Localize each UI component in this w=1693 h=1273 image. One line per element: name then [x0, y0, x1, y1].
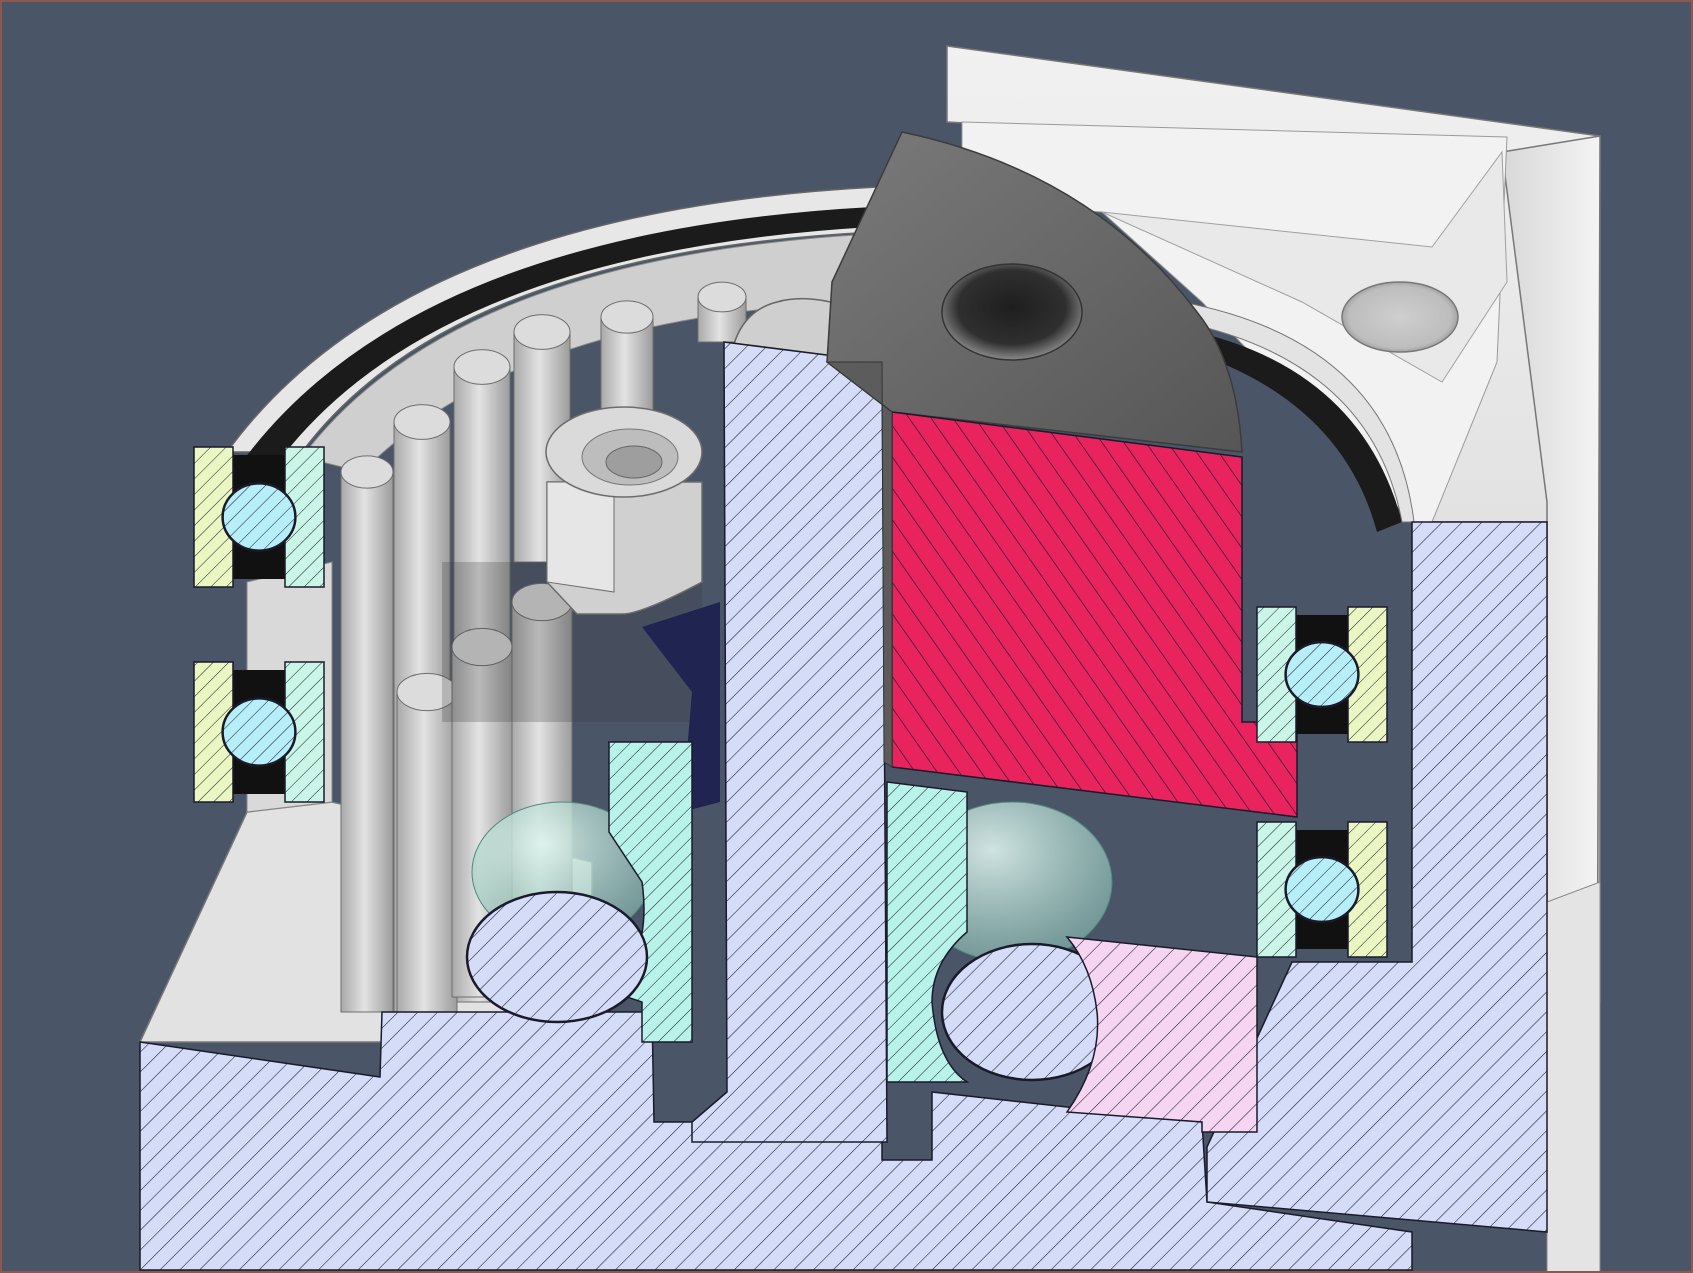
bearing-icon [193, 661, 325, 803]
pin-icon [340, 455, 394, 1013]
pin-icon [396, 672, 458, 1013]
bearing-icon [1256, 606, 1388, 743]
cad-viewport[interactable] [0, 0, 1693, 1273]
bearing-icon [1256, 821, 1388, 958]
bearing-icon [193, 446, 325, 588]
center-shaft [691, 297, 888, 1143]
hex-nut [545, 406, 703, 615]
section-view-diagram [138, 45, 1601, 1271]
roller-left [465, 890, 649, 1024]
housing-hole-icon [1341, 281, 1459, 353]
cam-bore-icon [941, 263, 1083, 361]
